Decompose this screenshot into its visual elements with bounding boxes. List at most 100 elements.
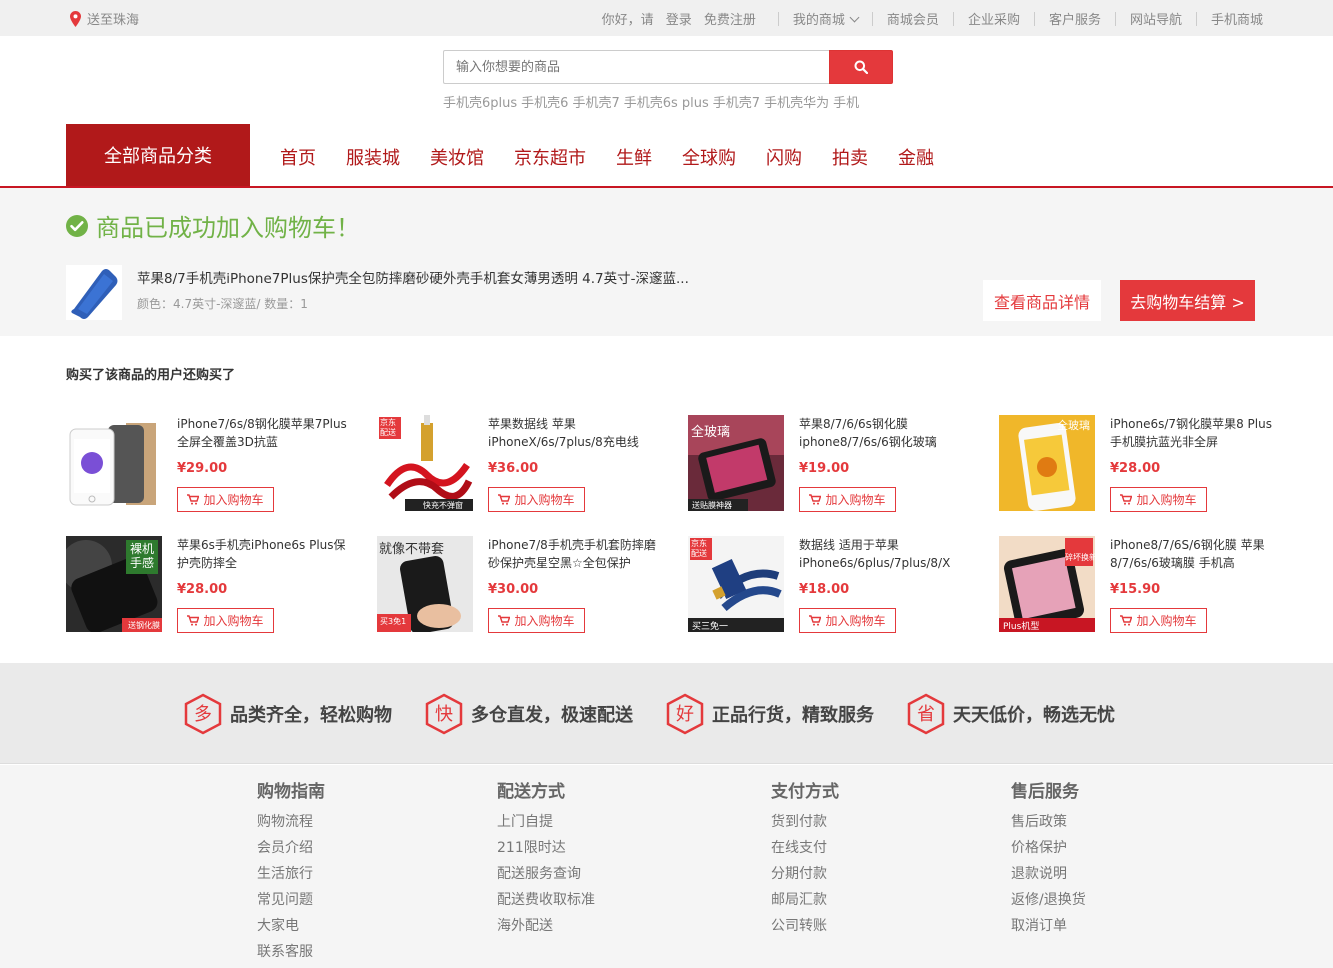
footer-link[interactable]: 生活旅行: [257, 861, 325, 887]
footer-link[interactable]: 配送服务查询: [497, 861, 595, 887]
footer-link[interactable]: 货到付款: [771, 809, 839, 835]
footer-column-aftersale: 售后服务 售后政策 价格保护 退款说明 返修/退换货 取消订单: [1011, 777, 1086, 939]
product-name[interactable]: 苹果8/7/6/6s钢化膜iphone8/7/6s/6钢化玻璃: [799, 415, 969, 451]
view-detail-button[interactable]: 查看商品详情: [983, 280, 1101, 321]
screen-protector-image: [66, 415, 162, 511]
search-input[interactable]: [443, 50, 829, 84]
nav-item-clothing[interactable]: 服装城: [346, 144, 400, 170]
product-name[interactable]: iPhone8/7/6S/6钢化膜 苹果8/7/6s/6玻璃膜 手机高: [1110, 536, 1280, 572]
add-to-cart-button[interactable]: 加入购物车: [488, 487, 585, 512]
divider: [952, 11, 954, 26]
register-link[interactable]: 免费注册: [704, 13, 756, 28]
product-image[interactable]: 裸机手感 送钢化膜: [66, 536, 162, 632]
product-card: 京东配送 买三免一 数据线 适用于苹果iPhone6s/6plus/7plus/…: [688, 536, 978, 636]
toplink-service[interactable]: 客户服务: [1049, 9, 1101, 28]
hotword-link[interactable]: 手机: [833, 92, 859, 111]
product-badge: 全玻璃: [691, 425, 731, 440]
footer-link[interactable]: 购物流程: [257, 809, 325, 835]
product-image[interactable]: 就像不带套 买3免1: [377, 536, 473, 632]
product-image[interactable]: 碎坏换新 Plus机型: [999, 536, 1095, 632]
footer-link[interactable]: 在线支付: [771, 835, 839, 861]
add-to-cart-label: 加入购物车: [825, 614, 886, 628]
footer-link[interactable]: 常见问题: [257, 887, 325, 913]
product-name[interactable]: 数据线 适用于苹果iPhone6s/6plus/7plus/8/X: [799, 536, 969, 572]
product-name[interactable]: 苹果数据线 苹果iPhoneX/6s/7plus/8充电线: [488, 415, 658, 451]
add-to-cart-button[interactable]: 加入购物车: [1110, 487, 1207, 512]
footer-link[interactable]: 大家电: [257, 913, 325, 939]
hotword-link[interactable]: 手机壳6s plus: [624, 92, 709, 111]
product-image[interactable]: [66, 415, 162, 511]
nav-item-beauty[interactable]: 美妆馆: [430, 144, 484, 170]
location-pin-icon: [70, 10, 81, 27]
add-to-cart-button[interactable]: 加入购物车: [1110, 608, 1207, 633]
product-card: 京东配送 快充不弹窗 苹果数据线 苹果iPhoneX/6s/7plus/8充电线…: [377, 415, 667, 515]
toplink-mobile[interactable]: 手机商城: [1211, 9, 1263, 28]
product-title[interactable]: 苹果8/7手机壳iPhone7Plus保护壳全包防摔磨砂硬外壳手机套女薄男透明 …: [137, 267, 689, 287]
footer-link[interactable]: 售后政策: [1011, 809, 1086, 835]
my-mall-dropdown[interactable]: 我的商城: [793, 9, 860, 28]
footer-link[interactable]: 联系客服: [257, 939, 325, 965]
product-price: ¥29.00: [177, 461, 228, 476]
footer-link[interactable]: 邮局汇款: [771, 887, 839, 913]
nav-item-global[interactable]: 全球购: [682, 144, 736, 170]
nav-item-finance[interactable]: 金融: [898, 144, 934, 170]
recommend-grid: iPhone7/6s/8钢化膜苹果7Plus全屏全覆盖3D抗蓝 ¥29.00 加…: [66, 415, 1272, 645]
footer-link[interactable]: 海外配送: [497, 913, 595, 939]
add-to-cart-button[interactable]: 加入购物车: [799, 487, 896, 512]
top-bar: 送至珠海 你好，请 登录 免费注册 我的商城 商城会员 企业采购 客户服务 网站…: [0, 0, 1333, 36]
promise-item: 快 多仓直发，极速配送: [425, 693, 633, 735]
footer-link[interactable]: 返修/退换货: [1011, 887, 1086, 913]
footer-link[interactable]: 211限时达: [497, 835, 595, 861]
product-name[interactable]: iPhone6s/7钢化膜苹果8 Plus手机膜抗蓝光非全屏: [1110, 415, 1280, 451]
footer-link[interactable]: 退款说明: [1011, 861, 1086, 887]
footer-link[interactable]: 公司转账: [771, 913, 839, 939]
all-categories-button[interactable]: 全部商品分类: [66, 124, 250, 186]
footer-link[interactable]: 会员介绍: [257, 835, 325, 861]
product-name[interactable]: iPhone7/6s/8钢化膜苹果7Plus全屏全覆盖3D抗蓝: [177, 415, 347, 451]
footer-link[interactable]: 分期付款: [771, 861, 839, 887]
toplink-member[interactable]: 商城会员: [887, 9, 939, 28]
promise-char: 好: [676, 704, 694, 725]
add-to-cart-button[interactable]: 加入购物车: [488, 608, 585, 633]
cart-icon: [1120, 615, 1133, 626]
login-link[interactable]: 登录: [666, 13, 692, 28]
add-to-cart-button[interactable]: 加入购物车: [799, 608, 896, 633]
hotword-link[interactable]: 手机壳7: [572, 92, 619, 111]
product-image[interactable]: 京东配送 快充不弹窗: [377, 415, 473, 511]
product-thumbnail[interactable]: [66, 265, 122, 320]
delivery-location[interactable]: 送至珠海: [70, 9, 139, 28]
footer-link[interactable]: 上门自提: [497, 809, 595, 835]
product-image[interactable]: 全玻璃: [999, 415, 1095, 511]
success-title: 商品已成功加入购物车！: [96, 214, 360, 242]
cart-icon: [809, 494, 822, 505]
hotword-link[interactable]: 手机壳6: [521, 92, 568, 111]
nav-item-flash[interactable]: 闪购: [766, 144, 802, 170]
product-name[interactable]: iPhone7/8手机壳手机套防摔磨砂保护壳星空黑☆全包保护: [488, 536, 658, 572]
hotword-link[interactable]: 手机壳6plus: [443, 92, 517, 111]
hotword-link[interactable]: 手机壳7: [713, 92, 760, 111]
search-button[interactable]: [829, 50, 893, 84]
toplink-sitenav[interactable]: 网站导航: [1130, 9, 1182, 28]
cart-icon: [809, 615, 822, 626]
promise-char: 快: [435, 704, 453, 725]
product-tag: 买3免1: [380, 617, 407, 626]
add-to-cart-button[interactable]: 加入购物车: [177, 487, 274, 512]
product-name[interactable]: 苹果6s手机壳iPhone6s Plus保护壳防摔全: [177, 536, 347, 572]
hotword-link[interactable]: 手机壳华为: [764, 92, 829, 111]
nav-item-fresh[interactable]: 生鲜: [616, 144, 652, 170]
nav-item-auction[interactable]: 拍卖: [832, 144, 868, 170]
product-image[interactable]: 全玻璃 送贴膜神器: [688, 415, 784, 511]
product-image[interactable]: 京东配送 买三免一: [688, 536, 784, 632]
cart-icon: [498, 494, 511, 505]
checkout-button[interactable]: 去购物车结算 >: [1120, 280, 1255, 321]
nav-item-home[interactable]: 首页: [280, 144, 316, 170]
product-meta: 颜色：4.7英寸-深邃蓝/ 数量：1: [137, 297, 308, 311]
footer-link[interactable]: 配送费收取标准: [497, 887, 595, 913]
footer-link[interactable]: 价格保护: [1011, 835, 1086, 861]
add-to-cart-button[interactable]: 加入购物车: [177, 608, 274, 633]
toplink-enterprise[interactable]: 企业采购: [968, 9, 1020, 28]
promise-label: 多仓直发，极速配送: [471, 705, 633, 726]
nav-item-supermarket[interactable]: 京东超市: [514, 144, 586, 170]
divider: [1195, 11, 1197, 26]
footer-link[interactable]: 取消订单: [1011, 913, 1086, 939]
